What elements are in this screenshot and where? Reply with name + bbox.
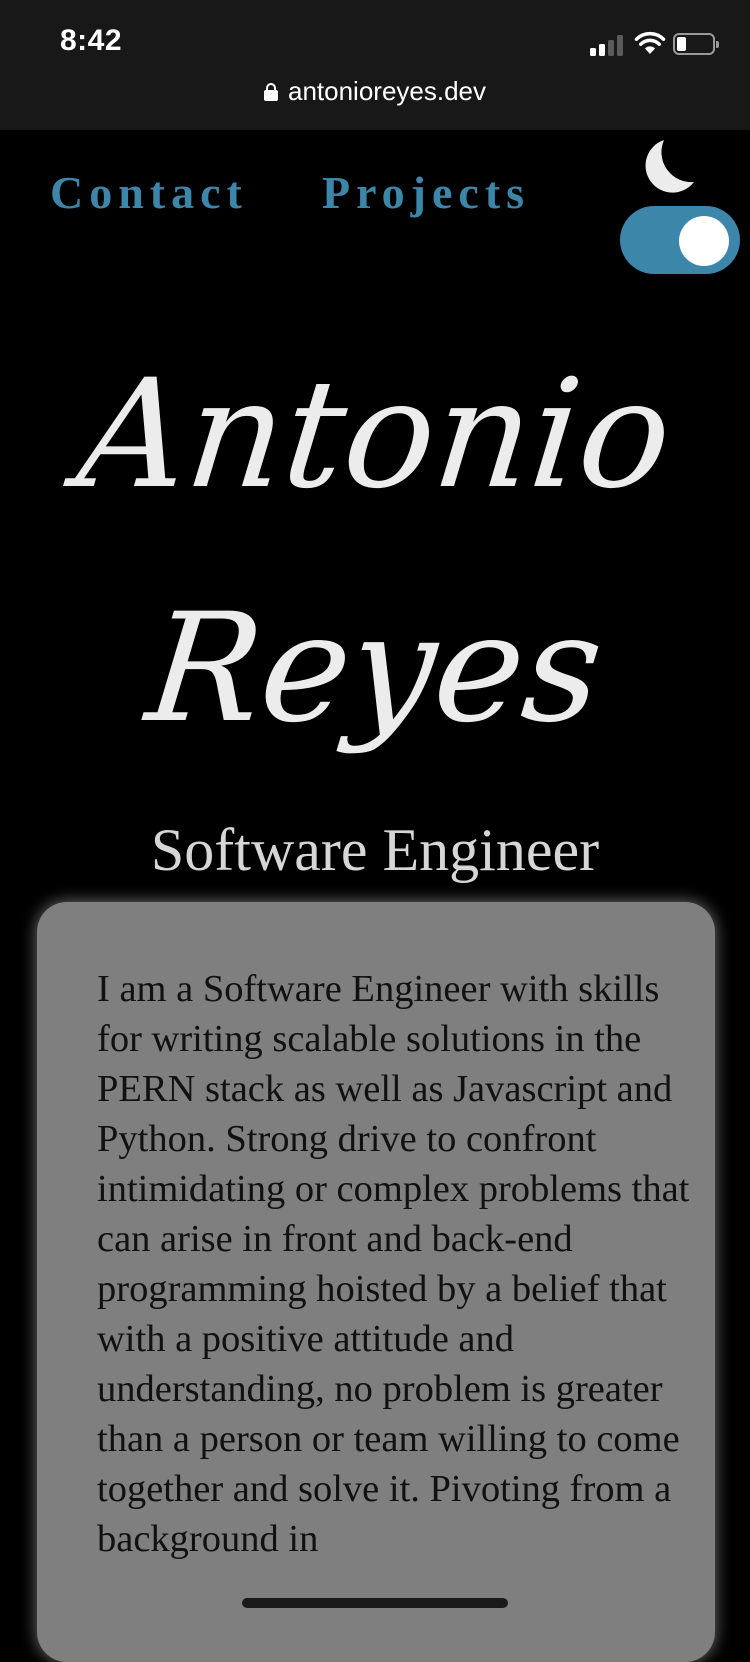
address-url: antonioreyes.dev (287, 76, 487, 106)
nav-link-projects[interactable]: Projects (322, 166, 530, 219)
battery-level (677, 37, 686, 51)
nav-link-contact[interactable]: Contact (50, 166, 248, 219)
dark-mode-toggle[interactable] (620, 206, 740, 274)
status-time: 8:42 (60, 24, 123, 57)
about-card: I am a Software Engineer with skills for… (37, 902, 715, 1662)
moon-icon (645, 140, 694, 193)
cellular-signal-icon (590, 34, 626, 56)
toggle-knob (679, 216, 729, 266)
battery-icon (673, 33, 719, 55)
signal-bar (617, 35, 623, 56)
signal-bar (599, 44, 605, 56)
lock-icon (263, 83, 278, 101)
about-text: I am a Software Engineer with skills for… (97, 968, 690, 1560)
wifi-icon (634, 31, 666, 54)
address-bar[interactable]: antonioreyes.dev (0, 76, 750, 107)
signal-bar (590, 48, 596, 56)
signal-bar (608, 40, 614, 56)
home-indicator[interactable] (242, 1598, 508, 1608)
hero-last-name: Reyes (139, 582, 611, 756)
status-bar: 8:42 antonioreyes.dev (0, 0, 750, 130)
job-title: Software Engineer (150, 817, 600, 883)
hero-first-name: Antonio (70, 348, 680, 522)
